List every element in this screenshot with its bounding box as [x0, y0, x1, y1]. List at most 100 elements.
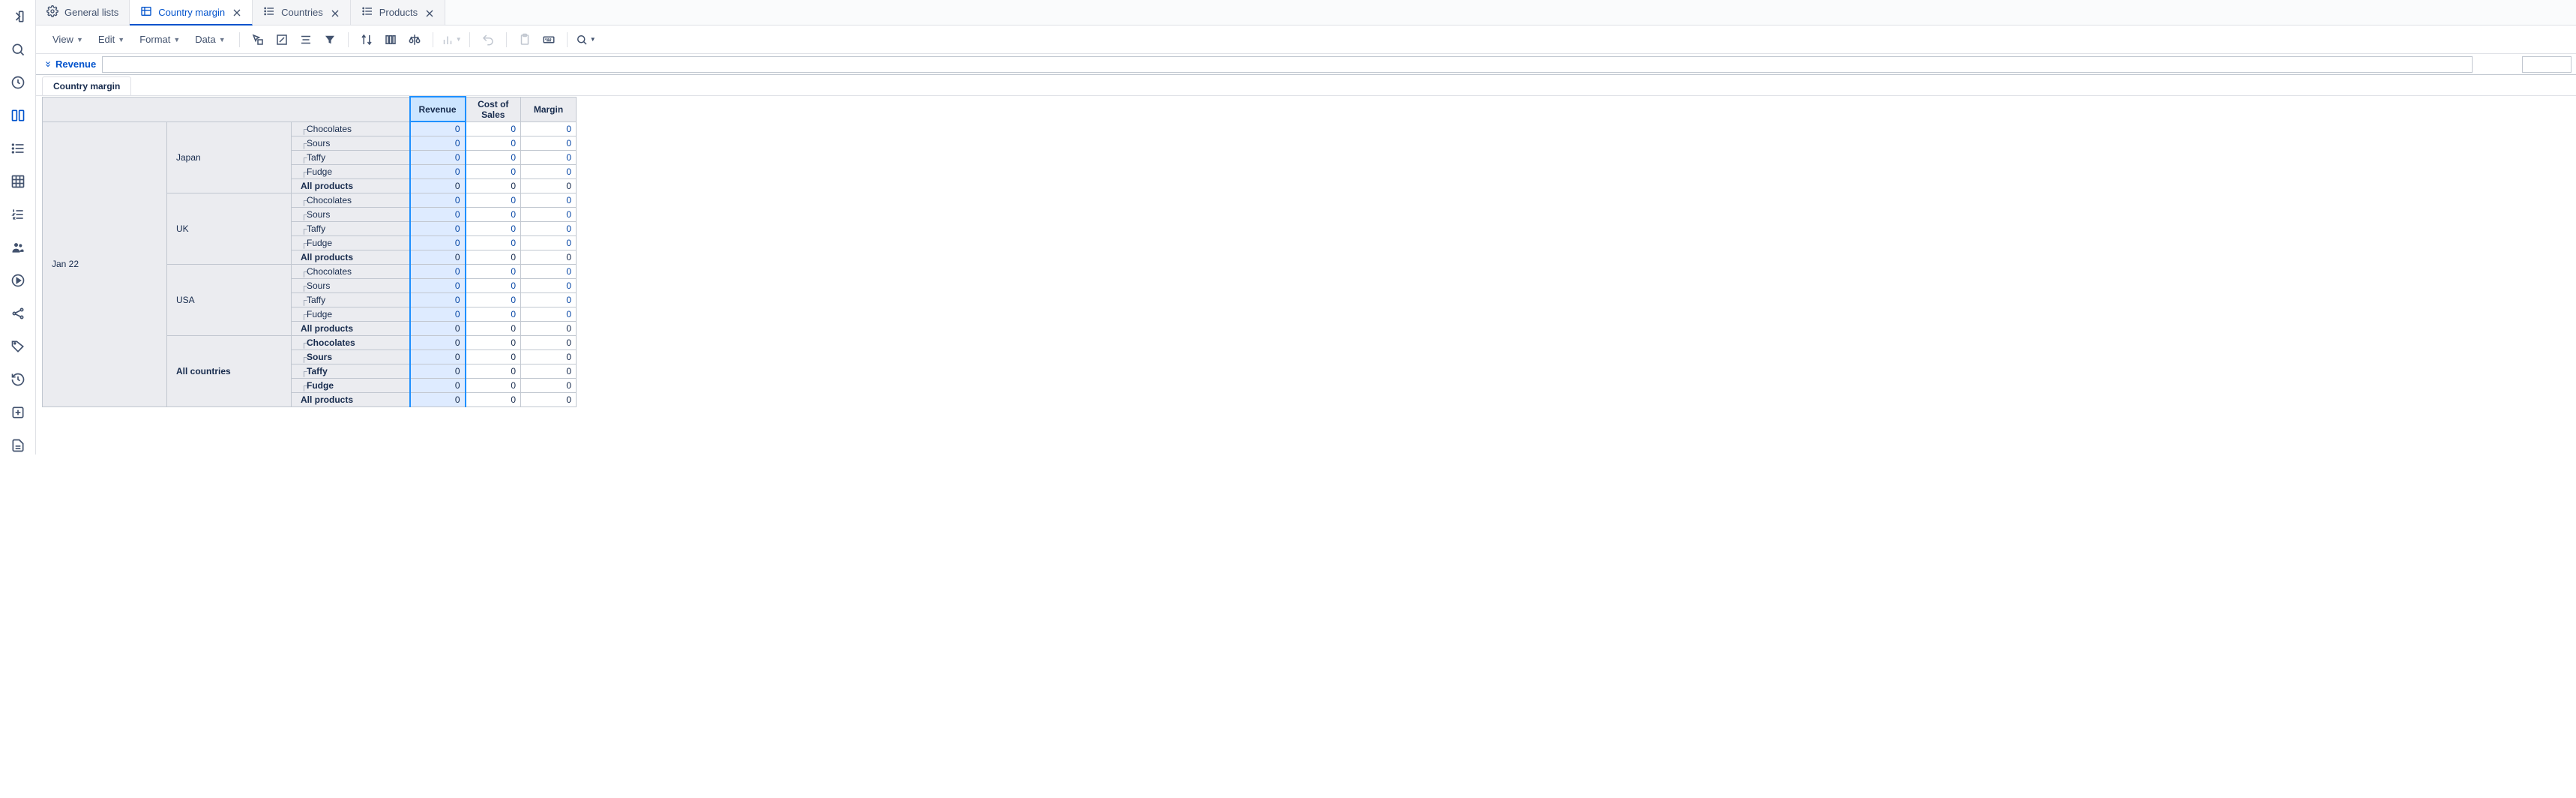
data-cell[interactable]: 0 [466, 322, 521, 336]
data-cell[interactable]: 0 [466, 136, 521, 151]
country-cell[interactable]: Japan [167, 122, 292, 194]
data-cell[interactable]: 0 [466, 165, 521, 179]
search-icon[interactable] [9, 40, 27, 58]
data-cell[interactable]: 0 [466, 293, 521, 308]
list-icon[interactable] [9, 140, 27, 158]
select-cell-icon[interactable] [271, 29, 292, 50]
product-cell[interactable]: ┌Sours [292, 136, 410, 151]
data-cell[interactable]: 0 [410, 265, 466, 279]
data-cell[interactable]: 0 [521, 250, 577, 265]
data-cell[interactable]: 0 [521, 379, 577, 393]
sort-icon[interactable] [356, 29, 377, 50]
select-area-icon[interactable] [247, 29, 268, 50]
data-cell[interactable]: 0 [466, 194, 521, 208]
country-cell[interactable]: USA [167, 265, 292, 336]
formula-side-input[interactable] [2522, 56, 2572, 73]
product-cell[interactable]: ┌Sours [292, 350, 410, 364]
data-cell[interactable]: 0 [410, 322, 466, 336]
data-cell[interactable]: 0 [521, 322, 577, 336]
data-cell[interactable]: 0 [466, 336, 521, 350]
column-header[interactable]: Revenue [410, 97, 466, 122]
data-cell[interactable]: 0 [521, 165, 577, 179]
product-cell[interactable]: ┌Taffy [292, 151, 410, 165]
close-icon[interactable] [231, 7, 241, 17]
product-cell[interactable]: ┌Fudge [292, 236, 410, 250]
data-cell[interactable]: 0 [521, 236, 577, 250]
menu-format[interactable]: Format▼ [133, 31, 186, 48]
data-cell[interactable]: 0 [466, 222, 521, 236]
product-cell[interactable]: ┌Fudge [292, 379, 410, 393]
keyboard-icon[interactable] [538, 29, 559, 50]
data-cell[interactable]: 0 [410, 379, 466, 393]
clock-icon[interactable] [9, 74, 27, 92]
data-cell[interactable]: 0 [410, 136, 466, 151]
paste-icon[interactable] [514, 29, 535, 50]
product-cell[interactable]: ┌Sours [292, 208, 410, 222]
play-circle-icon[interactable] [9, 272, 27, 290]
data-cell[interactable]: 0 [410, 194, 466, 208]
data-cell[interactable]: 0 [410, 308, 466, 322]
formula-input[interactable] [102, 56, 2473, 73]
data-cell[interactable]: 0 [466, 208, 521, 222]
data-cell[interactable]: 0 [521, 308, 577, 322]
plus-box-icon[interactable] [9, 404, 27, 422]
product-cell[interactable]: ┌Taffy [292, 293, 410, 308]
share-nodes-icon[interactable] [9, 304, 27, 322]
product-cell[interactable]: ┌Taffy [292, 364, 410, 379]
tab-products[interactable]: Products [351, 0, 445, 25]
close-icon[interactable] [329, 8, 340, 18]
people-icon[interactable] [9, 238, 27, 256]
data-cell[interactable]: 0 [521, 179, 577, 194]
product-cell[interactable]: All products [292, 322, 410, 336]
data-cell[interactable]: 0 [466, 350, 521, 364]
data-cell[interactable]: 0 [466, 179, 521, 194]
align-icon[interactable] [295, 29, 316, 50]
undo-icon[interactable] [478, 29, 499, 50]
data-cell[interactable]: 0 [410, 222, 466, 236]
chart-icon[interactable]: ▼ [441, 29, 462, 50]
data-cell[interactable]: 0 [466, 379, 521, 393]
data-cell[interactable]: 0 [521, 194, 577, 208]
close-icon[interactable] [424, 8, 434, 18]
data-cell[interactable]: 0 [466, 122, 521, 136]
data-cell[interactable]: 0 [521, 208, 577, 222]
product-cell[interactable]: All products [292, 250, 410, 265]
data-cell[interactable]: 0 [521, 222, 577, 236]
data-cell[interactable]: 0 [521, 122, 577, 136]
data-cell[interactable]: 0 [410, 250, 466, 265]
product-cell[interactable]: ┌Taffy [292, 222, 410, 236]
data-cell[interactable]: 0 [466, 265, 521, 279]
data-cell[interactable]: 0 [521, 136, 577, 151]
product-cell[interactable]: ┌Fudge [292, 308, 410, 322]
tab-country-margin[interactable]: Country margin [130, 0, 253, 26]
data-cell[interactable]: 0 [466, 364, 521, 379]
data-cell[interactable]: 0 [521, 393, 577, 407]
menu-view[interactable]: View▼ [46, 31, 89, 48]
data-cell[interactable]: 0 [410, 364, 466, 379]
data-cell[interactable]: 0 [466, 393, 521, 407]
data-cell[interactable]: 0 [521, 151, 577, 165]
collapse-panel-icon[interactable] [9, 8, 27, 26]
data-cell[interactable]: 0 [410, 165, 466, 179]
product-cell[interactable]: All products [292, 179, 410, 194]
sheet-tab-country-margin[interactable]: Country margin [42, 76, 131, 95]
data-cell[interactable]: 0 [410, 350, 466, 364]
product-cell[interactable]: ┌Fudge [292, 165, 410, 179]
filter-icon[interactable] [319, 29, 340, 50]
menu-edit[interactable]: Edit▼ [92, 31, 130, 48]
product-cell[interactable]: ┌Chocolates [292, 194, 410, 208]
product-cell[interactable]: ┌Chocolates [292, 336, 410, 350]
country-cell[interactable]: UK [167, 194, 292, 265]
data-cell[interactable]: 0 [521, 279, 577, 293]
product-cell[interactable]: All products [292, 393, 410, 407]
data-cell[interactable]: 0 [410, 293, 466, 308]
data-cell[interactable]: 0 [410, 393, 466, 407]
product-cell[interactable]: ┌Chocolates [292, 122, 410, 136]
menu-data[interactable]: Data▼ [189, 31, 231, 48]
data-cell[interactable]: 0 [410, 208, 466, 222]
period-cell[interactable]: Jan 22 [43, 122, 167, 407]
compare-icon[interactable] [9, 106, 27, 124]
data-cell[interactable]: 0 [521, 265, 577, 279]
tab-general-lists[interactable]: General lists [36, 0, 130, 25]
history-icon[interactable] [9, 370, 27, 388]
